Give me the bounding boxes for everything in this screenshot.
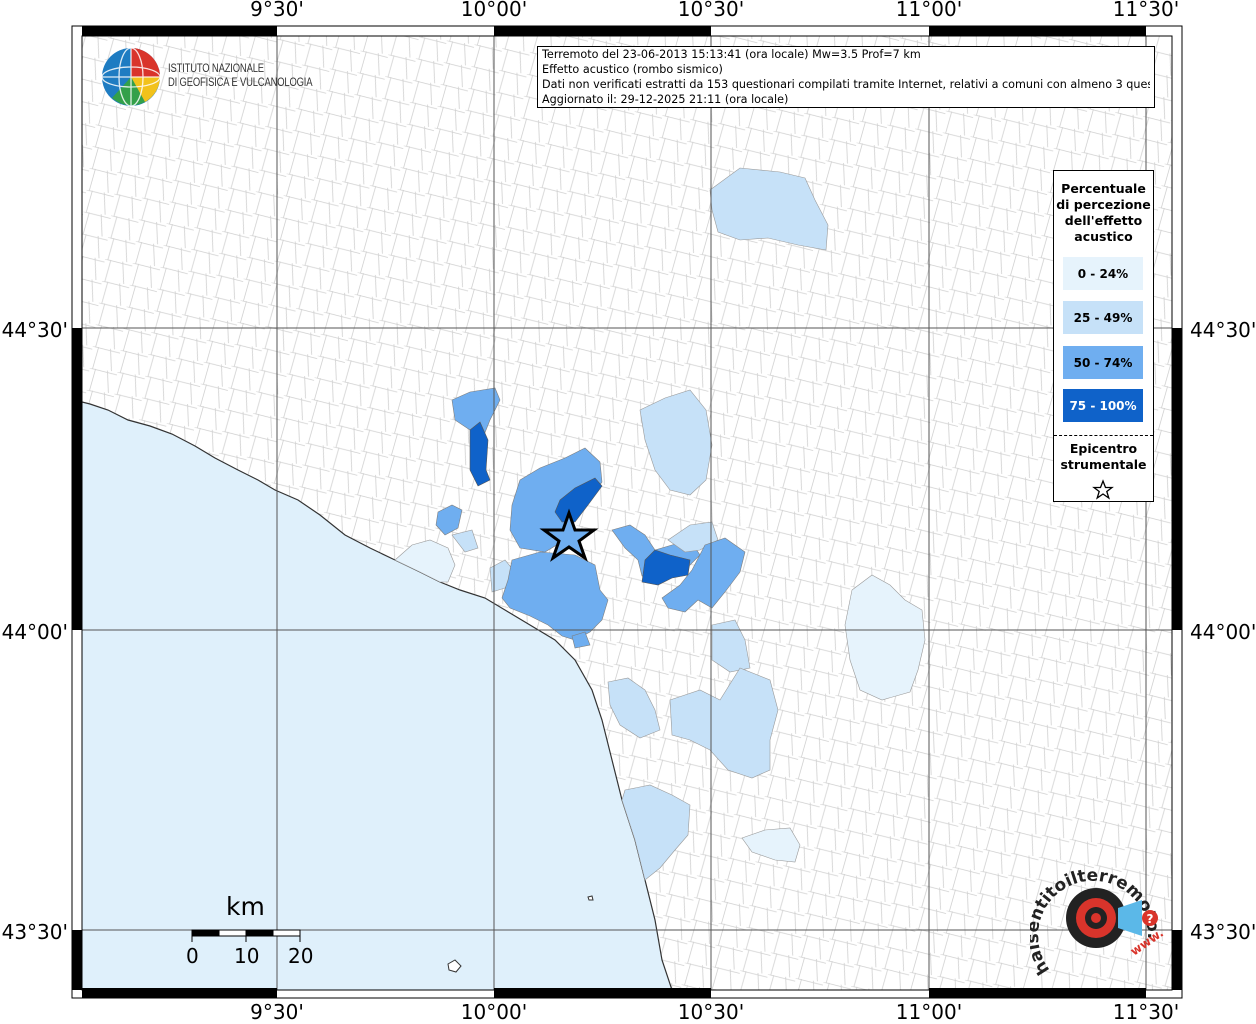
event-title: Terremoto del 23-06-2013 15:13:41 (ora l…	[542, 48, 921, 61]
legend-epicenter-title: Epicentro strumentale	[1054, 441, 1153, 473]
legend-title-line: Percentuale	[1061, 181, 1146, 196]
legend-panel: Percentuale di percezione dell'effetto a…	[1053, 170, 1154, 502]
scale-bar: km 0 10 20	[186, 892, 330, 972]
haisentito-logo: haisentitoilterremoto.it ? www.	[1030, 860, 1166, 978]
lon-tick: 11°30'	[1113, 1000, 1179, 1024]
lon-tick: 9°30'	[250, 1000, 304, 1024]
longitude-ticks-top: 9°30' 10°00' 10°30' 11°00' 11°30'	[250, 0, 1179, 21]
legend-class-label: 25 - 49%	[1073, 310, 1133, 325]
lon-tick: 10°30'	[678, 1000, 744, 1024]
lat-tick: 44°30'	[1190, 318, 1256, 342]
question-mark-icon: ?	[1147, 912, 1154, 926]
star-icon	[1092, 479, 1114, 500]
lat-tick: 44°00'	[2, 620, 68, 644]
lat-tick: 43°30'	[1190, 920, 1256, 944]
lon-tick: 11°00'	[896, 0, 962, 21]
ingv-logo: ISTITUTO NAZIONALE DI GEOFISICA E VULCAN…	[100, 46, 315, 110]
lat-tick: 44°30'	[2, 318, 68, 342]
legend-class-label: 75 - 100%	[1069, 398, 1137, 413]
legend-class-0-24: 0 - 24%	[1063, 257, 1143, 290]
lon-tick: 10°00'	[461, 1000, 527, 1024]
event-info-box: Terremoto del 23-06-2013 15:13:41 (ora l…	[537, 46, 1155, 108]
event-updated: Aggiornato il: 29-12-2025 21:11 (ora loc…	[542, 93, 789, 106]
lat-tick: 43°30'	[2, 920, 68, 944]
latitude-ticks-left: 44°30' 44°00' 43°30'	[2, 318, 68, 944]
event-effect: Effetto acustico (rombo sismico)	[542, 63, 723, 76]
legend-class-50-74: 50 - 74%	[1063, 346, 1143, 379]
lat-tick: 44°00'	[1190, 620, 1256, 644]
lon-tick: 10°00'	[461, 0, 527, 21]
legend-class-75-100: 75 - 100%	[1063, 389, 1143, 422]
logo-line-2: DI GEOFISICA E VULCANOLOGIA	[168, 77, 313, 89]
ingv-logo-text: ISTITUTO NAZIONALE DI GEOFISICA E VULCAN…	[168, 62, 313, 90]
legend-title-line: dell'effetto	[1064, 213, 1143, 228]
legend-epicenter-line: Epicentro	[1069, 441, 1138, 456]
legend-class-label: 50 - 74%	[1073, 355, 1133, 370]
event-data-note: Dati non verificati estratti da 153 ques…	[542, 78, 1150, 91]
logo-line-1: ISTITUTO NAZIONALE	[168, 63, 264, 75]
scale-label: 10	[234, 944, 260, 968]
lon-tick: 9°30'	[250, 0, 304, 21]
legend-title: Percentuale di percezione dell'effetto a…	[1054, 181, 1153, 245]
globe-icon	[101, 47, 161, 107]
lon-tick: 11°00'	[896, 1000, 962, 1024]
legend-title-line: acustico	[1074, 229, 1133, 244]
scale-unit: km	[226, 892, 265, 921]
legend-title-line: di percezione	[1056, 197, 1151, 212]
longitude-ticks-bottom: 9°30' 10°00' 10°30' 11°00' 11°30'	[250, 1000, 1179, 1024]
lon-tick: 10°30'	[678, 0, 744, 21]
island	[587, 895, 594, 901]
lon-tick: 11°30'	[1113, 0, 1179, 21]
legend-class-label: 0 - 24%	[1077, 266, 1129, 281]
legend-epicenter-line: strumentale	[1060, 457, 1147, 472]
scale-label: 0	[186, 944, 199, 968]
latitude-ticks-right: 44°30' 44°00' 43°30'	[1190, 318, 1256, 944]
scale-label: 20	[288, 944, 314, 968]
legend-class-25-49: 25 - 49%	[1063, 301, 1143, 334]
legend-separator	[1054, 435, 1153, 436]
